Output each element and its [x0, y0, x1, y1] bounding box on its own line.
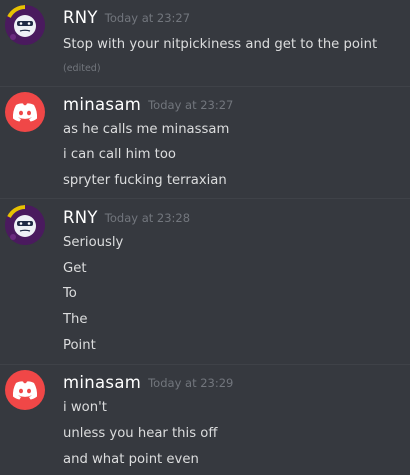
message-text: The [63, 312, 88, 327]
message-text: and what point even [63, 452, 199, 467]
message-divider [0, 364, 410, 365]
discord-logo-icon [12, 381, 38, 400]
user-avatar[interactable] [5, 205, 45, 245]
message-text: as he calls me minassam [63, 122, 230, 137]
discord-logo-icon [12, 103, 38, 122]
rny-avatar-icon [5, 5, 45, 45]
message-text: Stop with your nitpickiness and get to t… [63, 37, 378, 52]
edited-label: (edited) [63, 63, 101, 74]
author-name[interactable]: RNY [63, 8, 98, 27]
rny-avatar-icon [5, 205, 45, 245]
message-text: unless you hear this off [63, 426, 218, 441]
message-text: Point [63, 338, 96, 353]
message-timestamp[interactable]: Today at 23:27 [105, 11, 190, 25]
message-text: i can call him too [63, 147, 176, 162]
message-text: Get [63, 261, 87, 276]
message-timestamp[interactable]: Today at 23:27 [148, 98, 233, 112]
author-name[interactable]: RNY [63, 208, 98, 227]
message-text: To [63, 286, 77, 301]
user-avatar[interactable] [5, 92, 45, 132]
message-text: i won't [63, 400, 107, 415]
message-timestamp[interactable]: Today at 23:28 [105, 211, 190, 225]
user-avatar[interactable] [5, 370, 45, 410]
message-text: Seriously [63, 235, 124, 250]
author-name[interactable]: minasam [63, 373, 141, 392]
user-avatar[interactable] [5, 5, 45, 45]
author-name[interactable]: minasam [63, 95, 141, 114]
message-timestamp[interactable]: Today at 23:29 [148, 376, 233, 390]
message-divider [0, 198, 410, 199]
message-text: spryter fucking terraxian [63, 173, 227, 188]
message-divider [0, 86, 410, 87]
